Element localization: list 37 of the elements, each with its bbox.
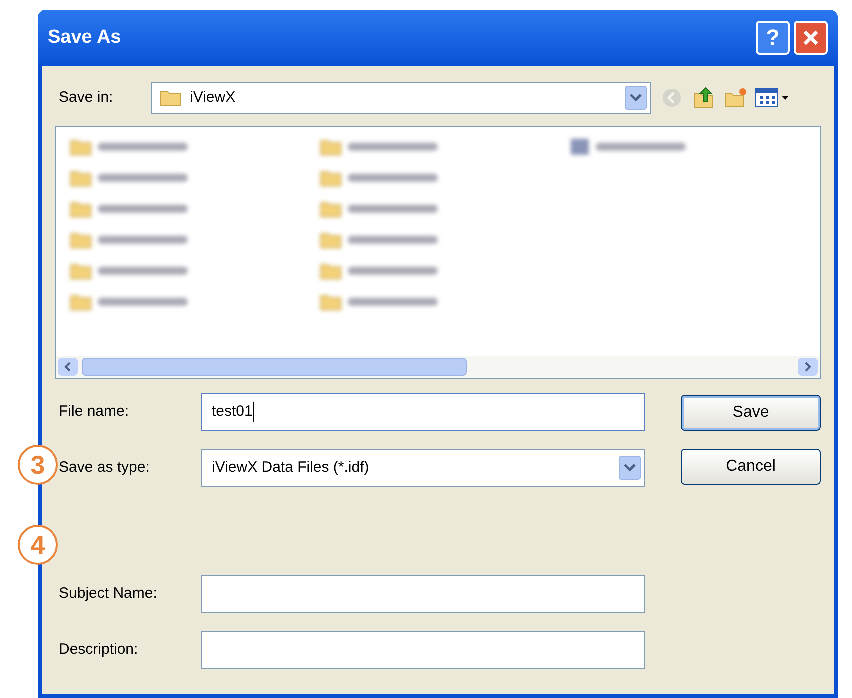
folder-icon <box>320 200 342 218</box>
text-field[interactable]: test01 <box>201 393 645 431</box>
file-icon <box>570 138 590 156</box>
folder-icon <box>320 169 342 187</box>
dialog-button[interactable]: Save <box>681 395 821 431</box>
step-callout: 3 <box>18 445 58 485</box>
folder-icon <box>320 138 342 156</box>
folder-icon <box>320 293 342 311</box>
dialog-button[interactable]: Cancel <box>681 449 821 485</box>
folder-icon <box>70 231 92 249</box>
scroll-left-button[interactable] <box>58 358 78 376</box>
save-in-label: Save in: <box>58 88 114 108</box>
folder-icon <box>160 89 182 107</box>
close-button[interactable] <box>794 21 828 55</box>
type-dropdown[interactable]: iViewX Data Files (*.idf) <box>201 449 645 487</box>
folder-icon <box>70 262 92 280</box>
folder-icon <box>70 200 92 218</box>
folder-icon <box>320 231 342 249</box>
folder-icon <box>70 293 92 311</box>
save-in-dropdown[interactable]: iViewX <box>151 82 651 114</box>
field-label: Subject Name: <box>58 584 158 604</box>
field-label: File name: <box>58 402 130 422</box>
folder-icon <box>70 169 92 187</box>
horizontal-scrollbar[interactable] <box>56 356 820 378</box>
scroll-right-button[interactable] <box>798 358 818 376</box>
window-title: Save As <box>48 26 122 50</box>
folder-icon <box>320 262 342 280</box>
help-button[interactable]: ? <box>756 21 790 55</box>
text-field[interactable] <box>201 575 645 613</box>
step-callout: 4 <box>18 525 58 565</box>
close-icon <box>802 29 820 47</box>
folder-icon <box>70 138 92 156</box>
scroll-thumb[interactable] <box>82 358 467 376</box>
field-label: Save as type: <box>58 458 151 478</box>
save-in-value: iViewX <box>190 88 237 108</box>
text-field[interactable] <box>201 631 645 669</box>
field-label: Description: <box>58 640 140 660</box>
